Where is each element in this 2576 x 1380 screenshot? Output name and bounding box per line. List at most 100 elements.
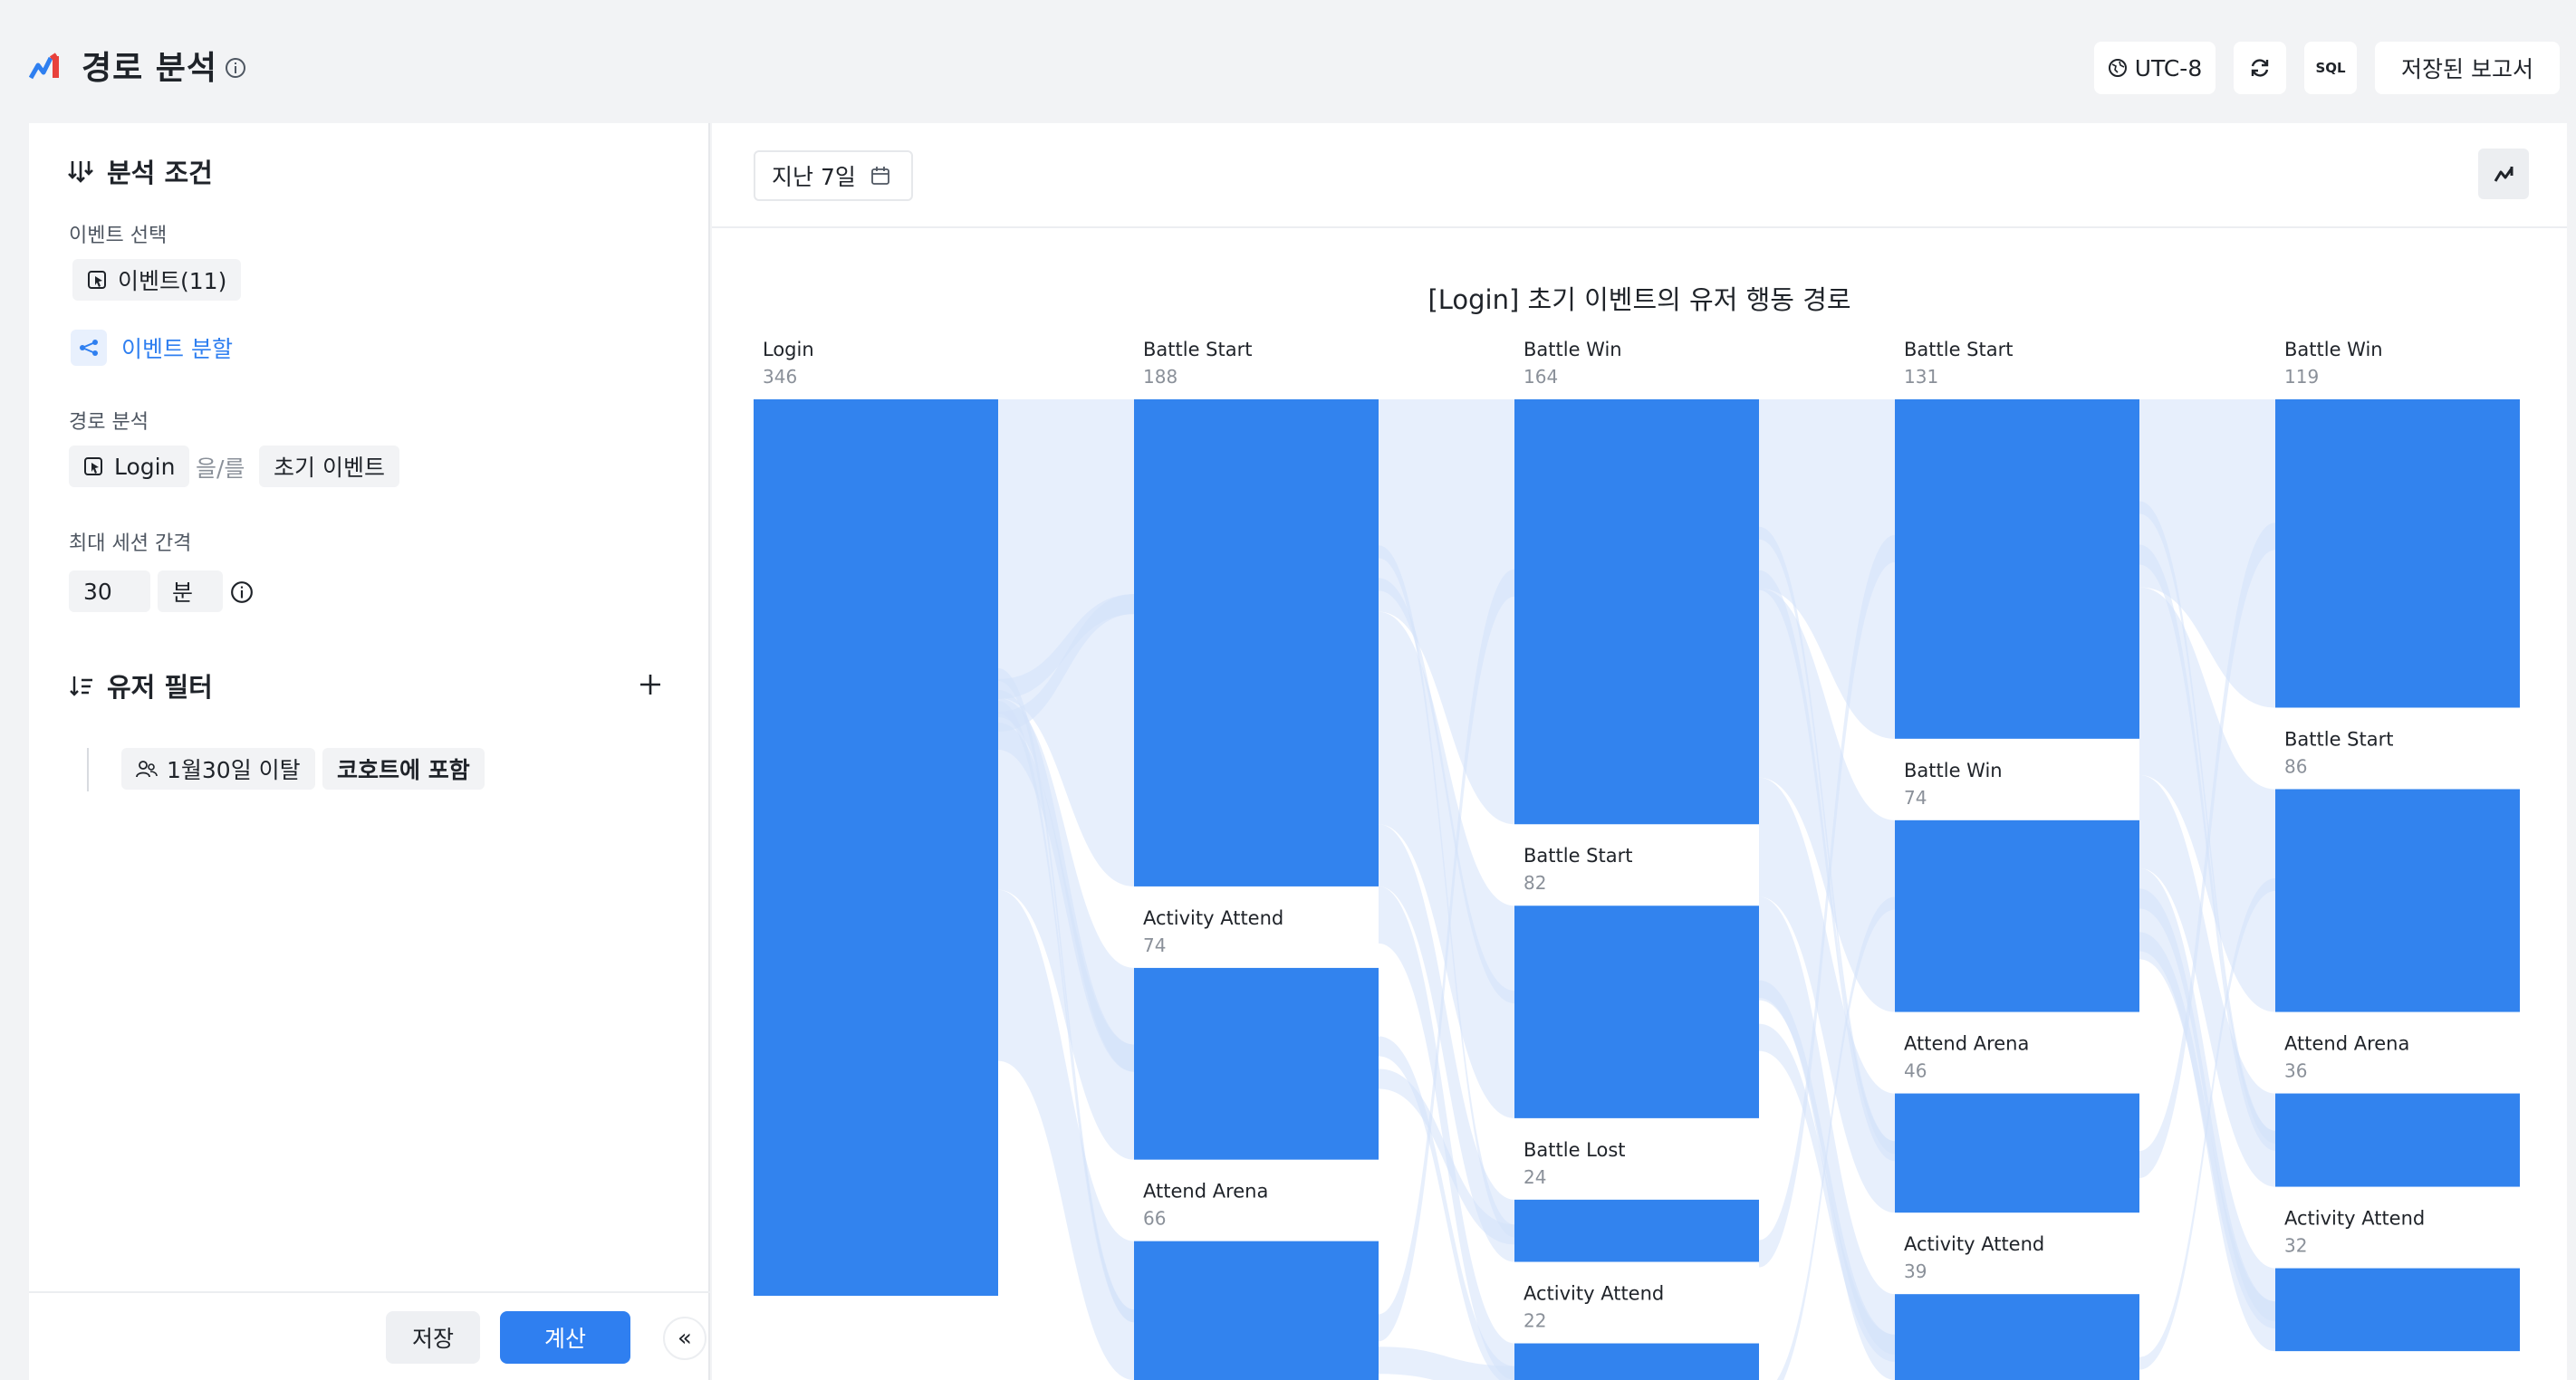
sankey-node-value: 39: [1904, 1260, 1927, 1282]
sankey-node-value: 86: [2284, 755, 2307, 777]
sankey-node-name: Battle Win: [1904, 760, 2003, 781]
double-chevron-left-icon: «: [678, 1325, 692, 1352]
add-filter-icon[interactable]: [638, 672, 663, 697]
sankey-node-name: Battle Lost: [1523, 1139, 1626, 1161]
events-chip-label: 이벤트(11): [118, 268, 227, 294]
sankey-node[interactable]: [1895, 1294, 2139, 1380]
conditions-icon: [68, 161, 93, 183]
saved-reports-label: 저장된 보고서: [2401, 56, 2533, 82]
calculate-button[interactable]: 계산: [500, 1311, 630, 1364]
cohort-filter-chip[interactable]: 1월30일 이탈: [121, 748, 315, 790]
sankey-node[interactable]: [1895, 1093, 2139, 1213]
sankey-node-name: Activity Attend: [1523, 1283, 1664, 1305]
sankey-node-name: Attend Arena: [2284, 1033, 2409, 1055]
sankey-node-name: Login: [763, 339, 814, 360]
event-select-label: 이벤트 선택: [69, 225, 168, 247]
sankey-node-value: 36: [2284, 1060, 2307, 1082]
max-session-value: 30: [83, 578, 112, 605]
sankey-chart: Login 346 Battle Start 188 Activity Attend 74…: [754, 339, 2520, 1380]
sankey-node[interactable]: [2275, 789, 2520, 1012]
cohort-filter-label: 1월30일 이탈: [167, 757, 301, 783]
sankey-node-name: Attend Arena: [1904, 1033, 2029, 1055]
user-filter-section-title: 유저 필터: [69, 666, 213, 704]
filter-sort-icon: [70, 676, 92, 696]
refresh-button[interactable]: [2234, 42, 2286, 94]
timezone-label: UTC-8: [2134, 54, 2203, 81]
sankey-node-name: Battle Start: [1143, 339, 1252, 360]
page-title: 경로 분석: [82, 50, 218, 87]
sankey-node-name: Battle Win: [2284, 339, 2383, 360]
cohort-condition-select[interactable]: 코호트에 포함: [322, 748, 485, 790]
event-split-link[interactable]: 이벤트 분할: [71, 330, 233, 366]
sankey-node-name: Activity Attend: [1904, 1233, 2044, 1255]
sankey-node-value: 66: [1143, 1208, 1166, 1230]
sankey-node-value: 74: [1904, 787, 1927, 809]
globe-icon: [2108, 59, 2127, 77]
sankey-node-value: 164: [1523, 366, 1558, 388]
event-icon: [84, 457, 102, 475]
sankey-node[interactable]: [1895, 399, 2139, 739]
sankey-node-name: Battle Win: [1523, 339, 1622, 360]
sankey-node-value: 188: [1143, 366, 1177, 388]
sankey-node[interactable]: [1514, 1199, 1759, 1262]
filter-indent-line: [87, 748, 89, 791]
header: 경로 분석 UTC-8 SQL 저장된 보고서: [0, 0, 2576, 123]
sql-button[interactable]: SQL: [2304, 42, 2357, 94]
event-icon: [88, 271, 106, 289]
sankey-node-name: Battle Start: [2284, 728, 2393, 750]
sankey-node-value: 131: [1904, 366, 1938, 388]
sankey-node[interactable]: [1895, 819, 2139, 1012]
conditions-section-title: 분석 조건: [67, 152, 213, 190]
conditions-panel: 분석 조건 이벤트 선택 이벤트(11) 이벤트 분할 경로 분석 Login …: [29, 123, 710, 1380]
sankey-node[interactable]: [1514, 1343, 1759, 1380]
sankey-node-name: Battle Start: [1523, 845, 1632, 867]
max-session-unit-select[interactable]: 분: [158, 570, 223, 612]
sankey-node[interactable]: [1514, 399, 1759, 825]
sankey-node[interactable]: [1134, 1241, 1379, 1380]
sankey-node[interactable]: [1514, 906, 1759, 1118]
refresh-icon: [2251, 59, 2269, 77]
sankey-node-name: Battle Start: [1904, 339, 2013, 360]
sankey-node-value: 22: [1523, 1310, 1546, 1332]
timezone-button[interactable]: UTC-8: [2094, 42, 2216, 94]
path-event-label: Login: [114, 453, 176, 480]
max-session-unit: 분: [172, 580, 194, 606]
save-button[interactable]: 저장: [386, 1311, 480, 1364]
sankey-node-name: Activity Attend: [2284, 1208, 2425, 1230]
info-icon[interactable]: [225, 57, 246, 79]
split-icon: [71, 330, 107, 366]
sql-label: SQL: [2315, 60, 2346, 76]
sankey-node-value: 119: [2284, 366, 2319, 388]
events-chip[interactable]: 이벤트(11): [72, 259, 242, 301]
path-mode-select[interactable]: 초기 이벤트: [259, 446, 399, 487]
cohort-condition-label: 코호트에 포함: [337, 757, 470, 783]
path-analysis-label: 경로 분석: [69, 411, 149, 434]
sankey-node[interactable]: [2275, 1093, 2520, 1187]
sankey-node-value: 46: [1904, 1060, 1927, 1082]
sankey-node-value: 24: [1523, 1166, 1546, 1188]
max-session-input[interactable]: 30: [69, 570, 150, 612]
sankey-node-name: Activity Attend: [1143, 907, 1283, 929]
sankey-node[interactable]: [1134, 967, 1379, 1160]
user-group-icon: [136, 761, 158, 778]
app-logo-icon: [29, 53, 59, 80]
chart-panel: 지난 7일 [Login] 초기 이벤트의 유저 행동 경로 Login 346 B…: [712, 123, 2567, 1380]
user-filter-title: 유저 필터: [107, 672, 213, 703]
sankey-node-value: 32: [2284, 1235, 2307, 1257]
conditions-title: 분석 조건: [107, 158, 213, 188]
path-mode-label: 초기 이벤트: [274, 455, 385, 481]
saved-reports-button[interactable]: 저장된 보고서: [2375, 42, 2560, 94]
path-event-chip[interactable]: Login: [69, 446, 190, 487]
sankey-node[interactable]: [754, 399, 998, 1296]
event-split-label: 이벤트 분할: [121, 336, 233, 362]
collapse-panel-button[interactable]: «: [663, 1317, 706, 1360]
sankey-node-value: 82: [1523, 872, 1546, 894]
sankey-node[interactable]: [2275, 399, 2520, 708]
sankey-node[interactable]: [2275, 1268, 2520, 1352]
sankey-node-value: 74: [1143, 934, 1166, 956]
sankey-node-value: 346: [763, 366, 797, 388]
info-icon[interactable]: [230, 580, 254, 604]
sankey-node[interactable]: [1134, 399, 1379, 886]
sankey-node-name: Attend Arena: [1143, 1181, 1268, 1203]
path-connector: 을/를: [196, 455, 245, 482]
